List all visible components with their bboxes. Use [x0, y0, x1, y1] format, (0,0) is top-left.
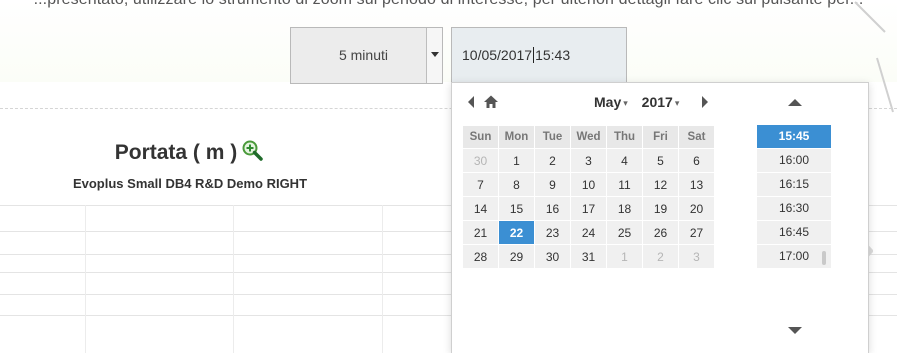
day-cell[interactable]: 1 — [606, 244, 643, 269]
day-cell[interactable]: 11 — [606, 172, 643, 197]
time-option[interactable]: 16:30 — [757, 197, 831, 221]
day-cell[interactable]: 15 — [498, 196, 535, 221]
day-cell[interactable]: 26 — [642, 220, 679, 245]
time-list-scrollbar[interactable] — [822, 251, 826, 265]
chevron-down-icon[interactable] — [426, 28, 442, 83]
day-cell[interactable]: 22 — [498, 220, 535, 245]
day-cell[interactable]: 14 — [462, 196, 499, 221]
day-cell[interactable]: 8 — [498, 172, 535, 197]
interval-select[interactable]: 5 minuti — [290, 27, 443, 84]
weekday-header: Fri — [642, 125, 679, 149]
month-year-header: May ▾ 2017 ▾ — [594, 94, 679, 110]
day-cell[interactable]: 20 — [678, 196, 715, 221]
day-cell[interactable]: 16 — [534, 196, 571, 221]
day-cell[interactable]: 3 — [570, 148, 607, 173]
year-dropdown-caret: ▾ — [674, 98, 680, 108]
day-cell[interactable]: 3 — [678, 244, 715, 269]
day-cell[interactable]: 4 — [606, 148, 643, 173]
day-cell[interactable]: 18 — [606, 196, 643, 221]
day-cell[interactable]: 29 — [498, 244, 535, 269]
day-cell[interactable]: 30 — [534, 244, 571, 269]
grid-line — [85, 205, 86, 353]
top-band — [0, 0, 897, 82]
weekday-header: Sat — [678, 125, 715, 149]
day-cell[interactable]: 13 — [678, 172, 715, 197]
year-dropdown[interactable]: 2017 ▾ — [642, 94, 680, 110]
day-cell[interactable]: 1 — [498, 148, 535, 173]
time-option[interactable]: 16:45 — [757, 221, 831, 245]
day-cell[interactable]: 2 — [534, 148, 571, 173]
home-icon[interactable] — [483, 94, 499, 110]
weekday-header: Wed — [570, 125, 607, 149]
month-dropdown[interactable]: May ▾ — [594, 94, 628, 110]
year-label: 2017 — [641, 94, 673, 110]
time-list: 15:45 16:00 16:15 16:30 16:45 17:00 — [757, 125, 831, 269]
day-cell[interactable]: 2 — [642, 244, 679, 269]
day-cell[interactable]: 24 — [570, 220, 607, 245]
chevron-left-icon[interactable] — [466, 95, 476, 109]
day-cell[interactable]: 10 — [570, 172, 607, 197]
day-cell[interactable]: 25 — [606, 220, 643, 245]
zoom-in-icon[interactable] — [241, 139, 265, 161]
datetime-picker: May ▾ 2017 ▾ Sun Mon Tue Wed Thu Fri Sat 3… — [451, 82, 869, 353]
day-cell[interactable]: 27 — [678, 220, 715, 245]
day-cell[interactable]: 12 — [642, 172, 679, 197]
grid-line — [382, 205, 383, 353]
grid-line — [233, 205, 234, 353]
text-caret — [533, 47, 535, 63]
day-cell[interactable]: 30 — [462, 148, 499, 173]
day-cell[interactable]: 19 — [642, 196, 679, 221]
time-scroll-down-icon[interactable] — [787, 326, 803, 336]
month-dropdown-caret: ▾ — [623, 98, 628, 108]
chart-title: Portata ( m ) — [0, 139, 380, 165]
weekday-header: Sun — [462, 125, 499, 149]
datetime-input-date: 10/05/2017 — [462, 47, 533, 63]
time-option[interactable]: 16:00 — [757, 149, 831, 173]
time-option[interactable]: 17:00 — [757, 245, 831, 269]
day-cell[interactable]: 9 — [534, 172, 571, 197]
datetime-input[interactable]: 10/05/2017 15:43 — [451, 27, 627, 84]
day-cell[interactable]: 6 — [678, 148, 715, 173]
chart-subtitle: Evoplus Small DB4 R&D Demo RIGHT — [72, 176, 308, 191]
cropped-instruction-text: ...presentato, utilizzare lo strumento d… — [0, 0, 897, 9]
calendar-grid: Sun Mon Tue Wed Thu Fri Sat 30 1 2 3 4 5… — [462, 125, 715, 269]
time-scroll-up-icon[interactable] — [787, 97, 803, 107]
chart-title-text: Portata ( m ) — [114, 141, 238, 164]
day-cell[interactable]: 28 — [462, 244, 499, 269]
weekday-header: Tue — [534, 125, 571, 149]
chevron-right-small-icon[interactable] — [700, 95, 710, 109]
day-cell[interactable]: 5 — [642, 148, 679, 173]
weekday-header: Mon — [498, 125, 535, 149]
day-cell[interactable]: 31 — [570, 244, 607, 269]
time-option[interactable]: 16:15 — [757, 173, 831, 197]
picker-header: May ▾ 2017 ▾ — [452, 83, 752, 123]
time-option[interactable]: 15:45 — [757, 125, 831, 149]
interval-select-value: 5 minuti — [338, 47, 388, 63]
day-cell[interactable]: 23 — [534, 220, 571, 245]
day-cell[interactable]: 21 — [462, 220, 499, 245]
datetime-input-time: 15:43 — [535, 47, 571, 63]
day-cell[interactable]: 7 — [462, 172, 499, 197]
day-cell[interactable]: 17 — [570, 196, 607, 221]
weekday-header: Thu — [606, 125, 643, 149]
month-label: May — [594, 94, 622, 110]
